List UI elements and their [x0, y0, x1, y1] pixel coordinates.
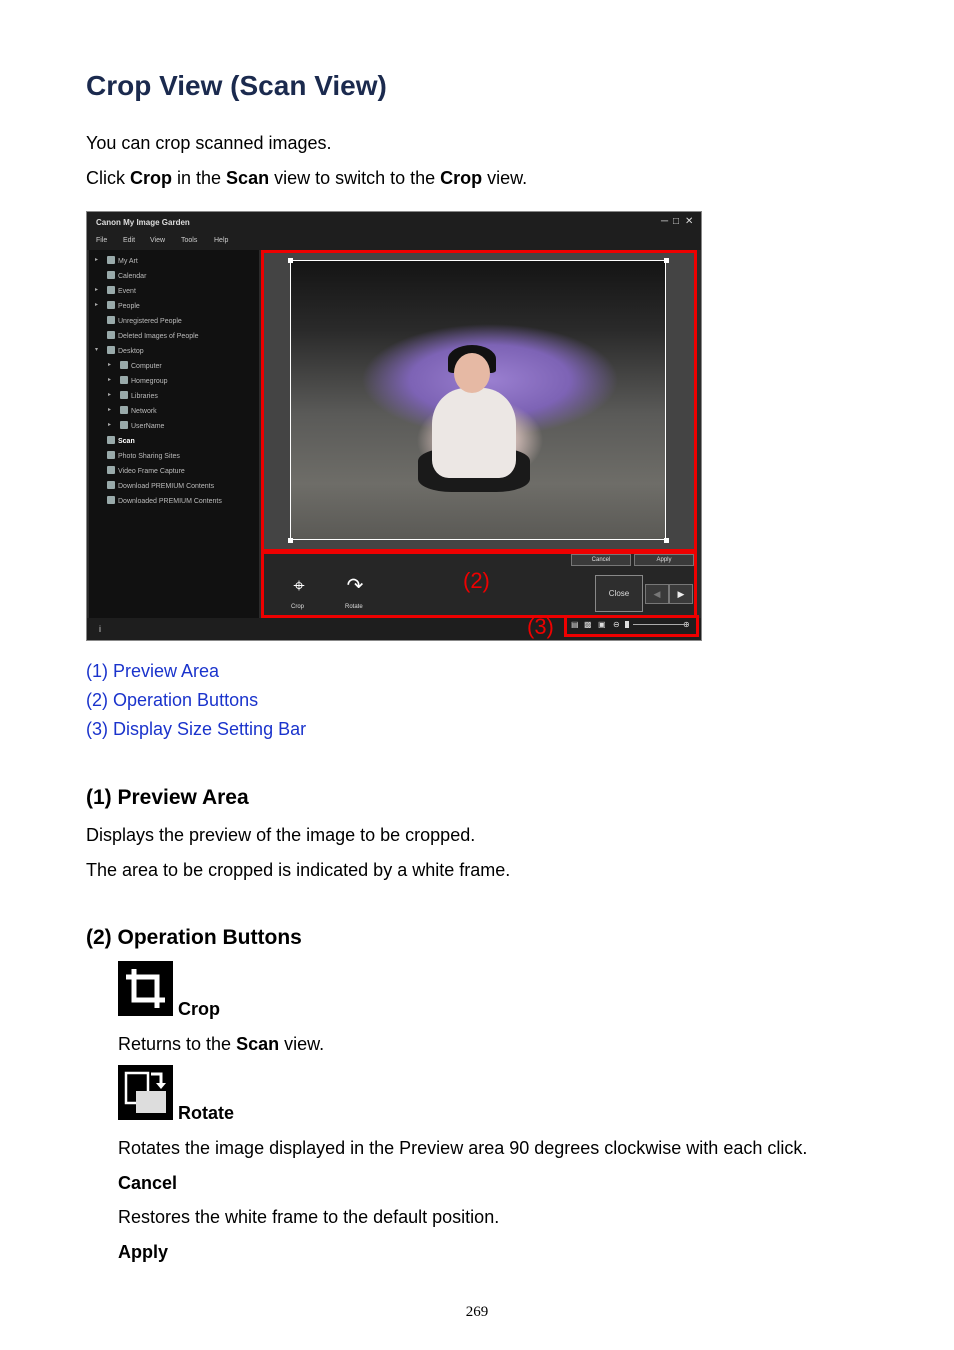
- tree-item-label: My Art: [118, 258, 138, 265]
- menu-file[interactable]: File: [96, 237, 107, 244]
- tree-item[interactable]: ▾ Desktop: [95, 346, 144, 355]
- menu-bar: File Edit View Tools Help: [87, 234, 701, 250]
- tree-item[interactable]: ▸ UserName: [108, 421, 165, 430]
- folder-icon: [120, 361, 128, 369]
- tree-item[interactable]: ▸ My Art: [95, 256, 138, 265]
- folder-icon: [107, 301, 115, 309]
- crop-label-text: Crop: [178, 999, 220, 1019]
- info-icon[interactable]: i: [99, 624, 101, 634]
- intro-instructions: Click Crop in the Scan view to switch to…: [86, 168, 528, 188]
- tree-item-label: UserName: [131, 423, 165, 430]
- window-titlebar: Canon My Image Garden ─ □ ✕: [87, 212, 701, 234]
- tree-item[interactable]: ▸ Event: [95, 286, 136, 295]
- tree-item-label: Desktop: [118, 348, 144, 355]
- page-number: 269: [465, 1304, 489, 1320]
- rotate-icon: [124, 1071, 166, 1113]
- link-preview-area[interactable]: (1) Preview Area: [86, 661, 219, 682]
- folder-icon: [107, 451, 115, 459]
- folder-icon: [107, 256, 115, 264]
- tree-item-label: Download PREMIUM Contents: [118, 483, 215, 490]
- tree-item[interactable]: Video Frame Capture: [107, 466, 185, 475]
- tree-expand-icon[interactable]: ▾: [95, 346, 98, 353]
- folder-icon: [107, 466, 115, 474]
- tree-expand-icon[interactable]: ▸: [108, 376, 111, 383]
- menu-view[interactable]: View: [150, 237, 165, 244]
- intro-text: You can crop scanned images.: [86, 133, 332, 153]
- tree-expand-icon[interactable]: ▸: [108, 361, 111, 368]
- folder-icon: [107, 331, 115, 339]
- tree-item-label: Scan: [118, 438, 135, 445]
- folder-icon: [120, 406, 128, 414]
- tree-item[interactable]: Unregistered People: [107, 316, 182, 325]
- tree-item-label: Homegroup: [131, 378, 168, 385]
- tree-item[interactable]: Downloaded PREMIUM Contents: [107, 496, 222, 505]
- preview-area-desc-2: The area to be cropped is indicated by a…: [86, 860, 511, 880]
- close-window-icon[interactable]: ✕: [685, 217, 693, 227]
- tree-item-label: Video Frame Capture: [118, 468, 185, 475]
- tree-item[interactable]: ▸ Computer: [108, 361, 162, 370]
- folder-icon: [107, 481, 115, 489]
- tree-expand-icon[interactable]: ▸: [108, 391, 111, 398]
- tree-item[interactable]: Deleted Images of People: [107, 331, 199, 340]
- tree-expand-icon[interactable]: ▸: [95, 256, 98, 263]
- maximize-icon[interactable]: □: [673, 217, 679, 227]
- tree-item-label: Deleted Images of People: [118, 333, 199, 340]
- section-operation-buttons-heading: (2) Operation Buttons: [86, 926, 302, 949]
- link-display-size-bar[interactable]: (3) Display Size Setting Bar: [86, 719, 306, 740]
- menu-edit[interactable]: Edit: [123, 237, 135, 244]
- folder-icon: [120, 391, 128, 399]
- folder-icon: [107, 346, 115, 354]
- folder-icon: [107, 271, 115, 279]
- crop-icon: [126, 969, 165, 1008]
- rotate-desc: Rotates the image displayed in the Previ…: [118, 1138, 808, 1158]
- folder-icon: [107, 496, 115, 504]
- crop-view-screenshot: Canon My Image Garden ─ □ ✕ File Edit Vi…: [86, 211, 702, 641]
- menu-tools[interactable]: Tools: [181, 237, 197, 244]
- tree-item[interactable]: ▸ People: [95, 301, 140, 310]
- tree-item-label: Unregistered People: [118, 318, 182, 325]
- folder-icon: [107, 436, 115, 444]
- folder-icon: [120, 421, 128, 429]
- section-preview-area-heading: (1) Preview Area: [86, 786, 249, 809]
- tree-item[interactable]: Scan: [107, 436, 135, 445]
- minimize-icon[interactable]: ─: [661, 217, 668, 227]
- callout-label-2: (2): [463, 568, 490, 593]
- tree-expand-icon[interactable]: ▸: [108, 421, 111, 428]
- crop-desc: Returns to the Scan view.: [118, 1034, 325, 1054]
- rotate-label-text: Rotate: [178, 1103, 235, 1123]
- callout-box-3: [564, 615, 699, 637]
- cancel-label-text: Cancel: [118, 1173, 178, 1193]
- folder-icon: [107, 286, 115, 294]
- tree-item[interactable]: ▸ Libraries: [108, 391, 158, 400]
- tree-item[interactable]: Calendar: [107, 271, 146, 280]
- tree-item-label: Photo Sharing Sites: [118, 453, 180, 460]
- folder-icon: [120, 376, 128, 384]
- tree-item[interactable]: Download PREMIUM Contents: [107, 481, 214, 490]
- tree-item-label: Network: [131, 408, 157, 415]
- tree-item-label: Computer: [131, 363, 162, 370]
- tree-expand-icon[interactable]: ▸: [108, 406, 111, 413]
- tree-expand-icon[interactable]: ▸: [95, 301, 98, 308]
- tree-item-label: Libraries: [131, 393, 158, 400]
- app-title: Canon My Image Garden: [96, 218, 190, 227]
- page-title: Crop View (Scan View): [86, 70, 387, 101]
- rotate-button-icon: [118, 1065, 173, 1120]
- cancel-desc: Restores the white frame to the default …: [118, 1207, 500, 1227]
- tree-item-label: People: [118, 303, 140, 310]
- preview-area-desc-1: Displays the preview of the image to be …: [86, 825, 476, 845]
- tree-item[interactable]: Photo Sharing Sites: [107, 451, 180, 460]
- link-operation-buttons[interactable]: (2) Operation Buttons: [86, 690, 258, 711]
- tree-item-label: Calendar: [118, 273, 147, 280]
- callout-label-3: (3): [527, 614, 554, 639]
- apply-label-text: Apply: [118, 1242, 169, 1262]
- tree-item[interactable]: ▸ Network: [108, 406, 157, 415]
- callout-box-1: [261, 250, 697, 552]
- crop-button-icon: [118, 961, 173, 1016]
- tree-item[interactable]: ▸ Homegroup: [108, 376, 168, 385]
- tree-item-label: Event: [118, 288, 136, 295]
- menu-help[interactable]: Help: [214, 237, 228, 244]
- folder-icon: [107, 316, 115, 324]
- tree-expand-icon[interactable]: ▸: [95, 286, 98, 293]
- tree-item-label: Downloaded PREMIUM Contents: [118, 498, 222, 505]
